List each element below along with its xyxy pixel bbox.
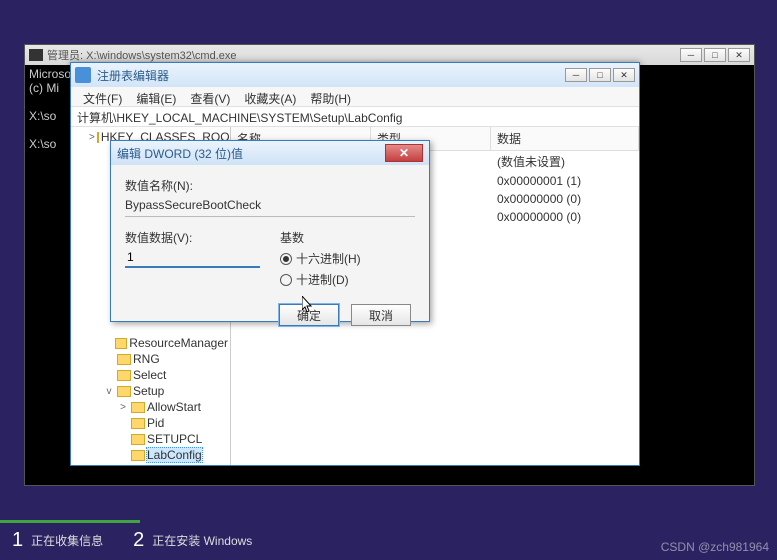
regedit-address-bar[interactable]: 计算机\HKEY_LOCAL_MACHINE\SYSTEM\Setup\LabC… bbox=[71, 107, 639, 127]
folder-icon bbox=[131, 450, 145, 461]
step1-number: 1 bbox=[12, 529, 23, 552]
step2-label: 正在安装 Windows bbox=[152, 532, 252, 549]
regedit-max-button[interactable]: □ bbox=[589, 68, 611, 82]
cmd-max-button[interactable]: □ bbox=[704, 48, 726, 62]
tree-item-label: ResourceManager bbox=[129, 336, 228, 350]
radio-hex-indicator bbox=[280, 253, 292, 265]
tree-item[interactable]: >Software bbox=[73, 463, 228, 465]
setup-progress-fill bbox=[0, 520, 140, 523]
tree-item[interactable]: SETUPCL bbox=[73, 431, 228, 447]
menu-edit[interactable]: 编辑(E) bbox=[130, 89, 182, 104]
folder-icon bbox=[131, 434, 145, 445]
step2-number: 2 bbox=[133, 529, 144, 552]
menu-help[interactable]: 帮助(H) bbox=[304, 89, 357, 104]
tree-item-label: Setup bbox=[133, 384, 164, 398]
value-name-label: 数值名称(N): bbox=[125, 177, 415, 194]
folder-icon bbox=[115, 338, 127, 349]
regedit-close-button[interactable]: ✕ bbox=[613, 68, 635, 82]
folder-icon bbox=[97, 132, 99, 143]
tree-item-label: RNG bbox=[133, 352, 160, 366]
folder-icon bbox=[117, 370, 131, 381]
tree-item-label: SETUPCL bbox=[147, 432, 202, 446]
radio-dec-indicator bbox=[280, 274, 292, 286]
folder-icon bbox=[131, 418, 145, 429]
cmd-min-button[interactable]: ─ bbox=[680, 48, 702, 62]
value-data-input[interactable] bbox=[125, 248, 260, 268]
radio-hex-label: 十六进制(H) bbox=[296, 250, 361, 267]
tree-expander-icon[interactable]: > bbox=[117, 402, 129, 413]
regedit-icon bbox=[75, 67, 91, 83]
tree-item[interactable]: LabConfig bbox=[73, 447, 228, 463]
tree-expander-icon[interactable]: v bbox=[103, 386, 115, 397]
folder-icon bbox=[117, 354, 131, 365]
tree-item[interactable]: RNG bbox=[73, 351, 228, 367]
regedit-title: 注册表编辑器 bbox=[97, 67, 559, 84]
menu-file[interactable]: 文件(F) bbox=[77, 89, 128, 104]
tree-item-label: LabConfig bbox=[147, 448, 202, 462]
tree-item[interactable]: Select bbox=[73, 367, 228, 383]
tree-expander-icon[interactable]: > bbox=[89, 132, 95, 143]
cmd-title: 管理员: X:\windows\system32\cmd.exe bbox=[47, 47, 676, 63]
base-label: 基数 bbox=[280, 229, 415, 246]
tree-item-label: Select bbox=[133, 368, 166, 382]
watermark: CSDN @zch981964 bbox=[661, 540, 769, 554]
folder-icon bbox=[131, 402, 145, 413]
cmd-icon bbox=[29, 49, 43, 61]
tree-item-label: Pid bbox=[147, 416, 164, 430]
menu-favorites[interactable]: 收藏夹(A) bbox=[238, 89, 302, 104]
radio-dec-label: 十进制(D) bbox=[296, 271, 349, 288]
ok-button[interactable]: 确定 bbox=[279, 304, 339, 326]
dialog-titlebar[interactable]: 编辑 DWORD (32 位)值 ✕ bbox=[111, 141, 429, 165]
cmd-close-button[interactable]: ✕ bbox=[728, 48, 750, 62]
dialog-close-button[interactable]: ✕ bbox=[385, 144, 423, 162]
col-data[interactable]: 数据 bbox=[491, 127, 639, 150]
folder-icon bbox=[117, 386, 131, 397]
step1-label: 正在收集信息 bbox=[31, 532, 103, 549]
tree-item[interactable]: ResourceManager bbox=[73, 335, 228, 351]
value-data-label: 数值数据(V): bbox=[125, 229, 260, 246]
value-name-field: BypassSecureBootCheck bbox=[125, 196, 415, 217]
tree-item[interactable]: > AllowStart bbox=[73, 399, 228, 415]
cancel-button[interactable]: 取消 bbox=[351, 304, 411, 326]
radio-hex[interactable]: 十六进制(H) bbox=[280, 250, 415, 267]
tree-item-label: Software bbox=[133, 464, 180, 465]
tree-item[interactable]: v Setup bbox=[73, 383, 228, 399]
tree-item[interactable]: Pid bbox=[73, 415, 228, 431]
dialog-title: 编辑 DWORD (32 位)值 bbox=[117, 145, 385, 162]
regedit-titlebar[interactable]: 注册表编辑器 ─ □ ✕ bbox=[71, 63, 639, 87]
regedit-menubar: 文件(F) 编辑(E) 查看(V) 收藏夹(A) 帮助(H) bbox=[71, 87, 639, 107]
edit-dword-dialog: 编辑 DWORD (32 位)值 ✕ 数值名称(N): BypassSecure… bbox=[110, 140, 430, 322]
menu-view[interactable]: 查看(V) bbox=[184, 89, 236, 104]
radio-dec[interactable]: 十进制(D) bbox=[280, 271, 415, 288]
regedit-min-button[interactable]: ─ bbox=[565, 68, 587, 82]
tree-item-label: AllowStart bbox=[147, 400, 201, 414]
